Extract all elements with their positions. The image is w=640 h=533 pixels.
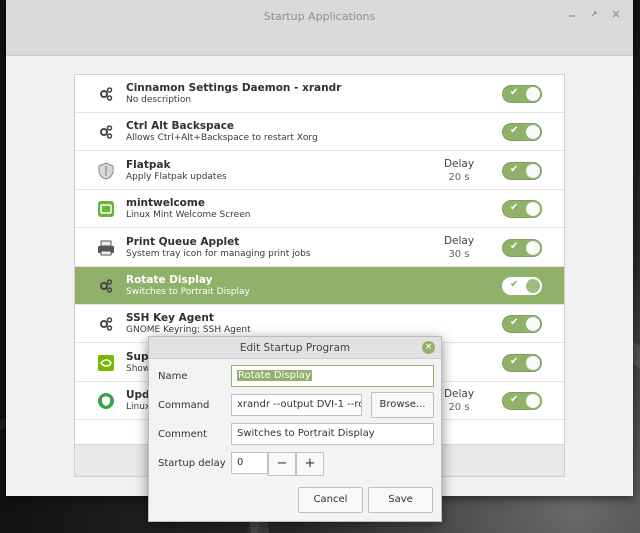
dialog-title: Edit Startup Program bbox=[149, 337, 441, 359]
check-icon: ✔ bbox=[510, 240, 519, 252]
comment-label: Comment bbox=[158, 429, 207, 440]
name-value: Rotate Display bbox=[237, 370, 312, 381]
startup-delay-field[interactable]: 0 bbox=[231, 452, 268, 474]
enable-toggle[interactable]: ✔ bbox=[502, 238, 542, 257]
nvidia-icon bbox=[97, 354, 115, 372]
app-name: mintwelcome bbox=[126, 197, 205, 210]
shield-icon bbox=[97, 162, 115, 180]
check-icon: ✔ bbox=[510, 163, 519, 175]
gear-icon bbox=[97, 315, 115, 333]
gear-icon bbox=[97, 123, 115, 141]
check-icon: ✔ bbox=[510, 202, 519, 214]
check-icon: ✔ bbox=[510, 317, 519, 329]
toggle-knob bbox=[526, 240, 540, 255]
enable-toggle[interactable]: ✔ bbox=[502, 200, 542, 219]
check-icon: ✔ bbox=[510, 355, 519, 367]
delay-label: Delay bbox=[443, 234, 475, 247]
toggle-knob bbox=[526, 125, 540, 140]
maximize-icon[interactable] bbox=[589, 9, 599, 22]
app-description: Linux bbox=[126, 402, 151, 413]
app-name: Ctrl Alt Backspace bbox=[126, 120, 235, 133]
app-name: Cinnamon Settings Daemon - xrandr bbox=[126, 82, 342, 94]
app-row[interactable]: Print Queue Applet System tray icon for m… bbox=[75, 229, 564, 267]
app-name: Rotate Display bbox=[126, 274, 213, 286]
toggle-knob bbox=[526, 394, 540, 409]
close-icon[interactable] bbox=[611, 9, 621, 22]
app-description: No description bbox=[126, 95, 192, 105]
app-description: Switches to Portrait Display bbox=[126, 287, 250, 297]
gear-icon bbox=[97, 277, 115, 295]
enable-toggle[interactable]: ✔ bbox=[502, 392, 542, 411]
toggle-knob bbox=[526, 87, 540, 101]
delay-decrement-button[interactable]: − bbox=[268, 452, 296, 476]
delay-label: Delay bbox=[443, 157, 475, 170]
enable-toggle[interactable]: ✔ bbox=[502, 277, 542, 295]
mint-welcome-icon bbox=[97, 200, 115, 218]
toggle-knob bbox=[526, 317, 540, 332]
enable-toggle[interactable]: ✔ bbox=[502, 85, 542, 103]
app-description: GNOME Keyring: SSH Agent bbox=[126, 325, 251, 336]
dialog-close-icon[interactable]: × bbox=[422, 341, 435, 354]
app-description: Allows Ctrl+Alt+Backspace to restart Xor… bbox=[126, 133, 318, 144]
enable-toggle[interactable]: ✔ bbox=[502, 123, 542, 142]
app-description: System tray icon for managing print jobs bbox=[126, 248, 311, 259]
browse-button[interactable]: Browse... bbox=[371, 392, 434, 418]
toggle-knob bbox=[526, 202, 540, 217]
toggle-knob bbox=[526, 279, 540, 293]
app-row[interactable]: Ctrl Alt Backspace Allows Ctrl+Alt+Backsp… bbox=[75, 113, 564, 152]
name-label: Name bbox=[158, 371, 188, 382]
window-titlebar: Startup Applications bbox=[6, 0, 633, 56]
toggle-knob bbox=[526, 355, 540, 370]
name-field[interactable]: Rotate Display bbox=[231, 365, 434, 387]
delay-value: 20 s bbox=[448, 402, 470, 414]
app-row[interactable]: mintwelcome Linux Mint Welcome Screen ✔ bbox=[75, 190, 564, 229]
gear-icon bbox=[97, 85, 115, 103]
delay-value: 30 s bbox=[448, 248, 470, 260]
app-name: SSH Key Agent bbox=[126, 312, 214, 325]
command-label: Command bbox=[158, 400, 210, 411]
window-title: Startup Applications bbox=[263, 10, 376, 23]
app-name: Print Queue Applet bbox=[126, 235, 240, 248]
printer-icon bbox=[97, 239, 115, 257]
toggle-knob bbox=[526, 163, 540, 178]
check-icon: ✔ bbox=[510, 125, 519, 137]
check-icon: ✔ bbox=[510, 279, 519, 290]
app-row[interactable]: Cinnamon Settings Daemon - xrandr No desc… bbox=[75, 75, 564, 113]
app-row[interactable]: Flatpak Apply Flatpak updates Delay 20 s ✔ bbox=[75, 152, 564, 190]
check-icon: ✔ bbox=[510, 87, 519, 98]
delay-value: 20 s bbox=[448, 171, 470, 183]
delay-label: Delay bbox=[443, 388, 475, 401]
comment-field[interactable]: Switches to Portrait Display bbox=[231, 423, 434, 445]
app-row[interactable]: Rotate Display Switches to Portrait Displ… bbox=[75, 267, 564, 305]
delay-increment-button[interactable]: + bbox=[296, 452, 324, 476]
command-field[interactable]: xrandr --output DVI-1 --ro bbox=[231, 394, 362, 416]
enable-toggle[interactable]: ✔ bbox=[502, 161, 542, 180]
check-icon: ✔ bbox=[510, 394, 519, 406]
edit-startup-program-dialog: Edit Startup Program × Name Rotate Displ… bbox=[148, 336, 442, 522]
cancel-button[interactable]: Cancel bbox=[298, 487, 363, 513]
enable-toggle[interactable]: ✔ bbox=[502, 353, 542, 372]
save-button[interactable]: Save bbox=[368, 487, 433, 513]
app-description: Show bbox=[126, 363, 151, 374]
app-description: Apply Flatpak updates bbox=[126, 171, 227, 182]
app-name: Flatpak bbox=[126, 158, 171, 171]
update-shield-icon bbox=[97, 392, 115, 410]
app-description: Linux Mint Welcome Screen bbox=[126, 210, 251, 221]
startup-delay-label: Startup delay bbox=[158, 458, 226, 469]
minimize-icon[interactable] bbox=[567, 9, 577, 22]
enable-toggle[interactable]: ✔ bbox=[502, 315, 542, 334]
